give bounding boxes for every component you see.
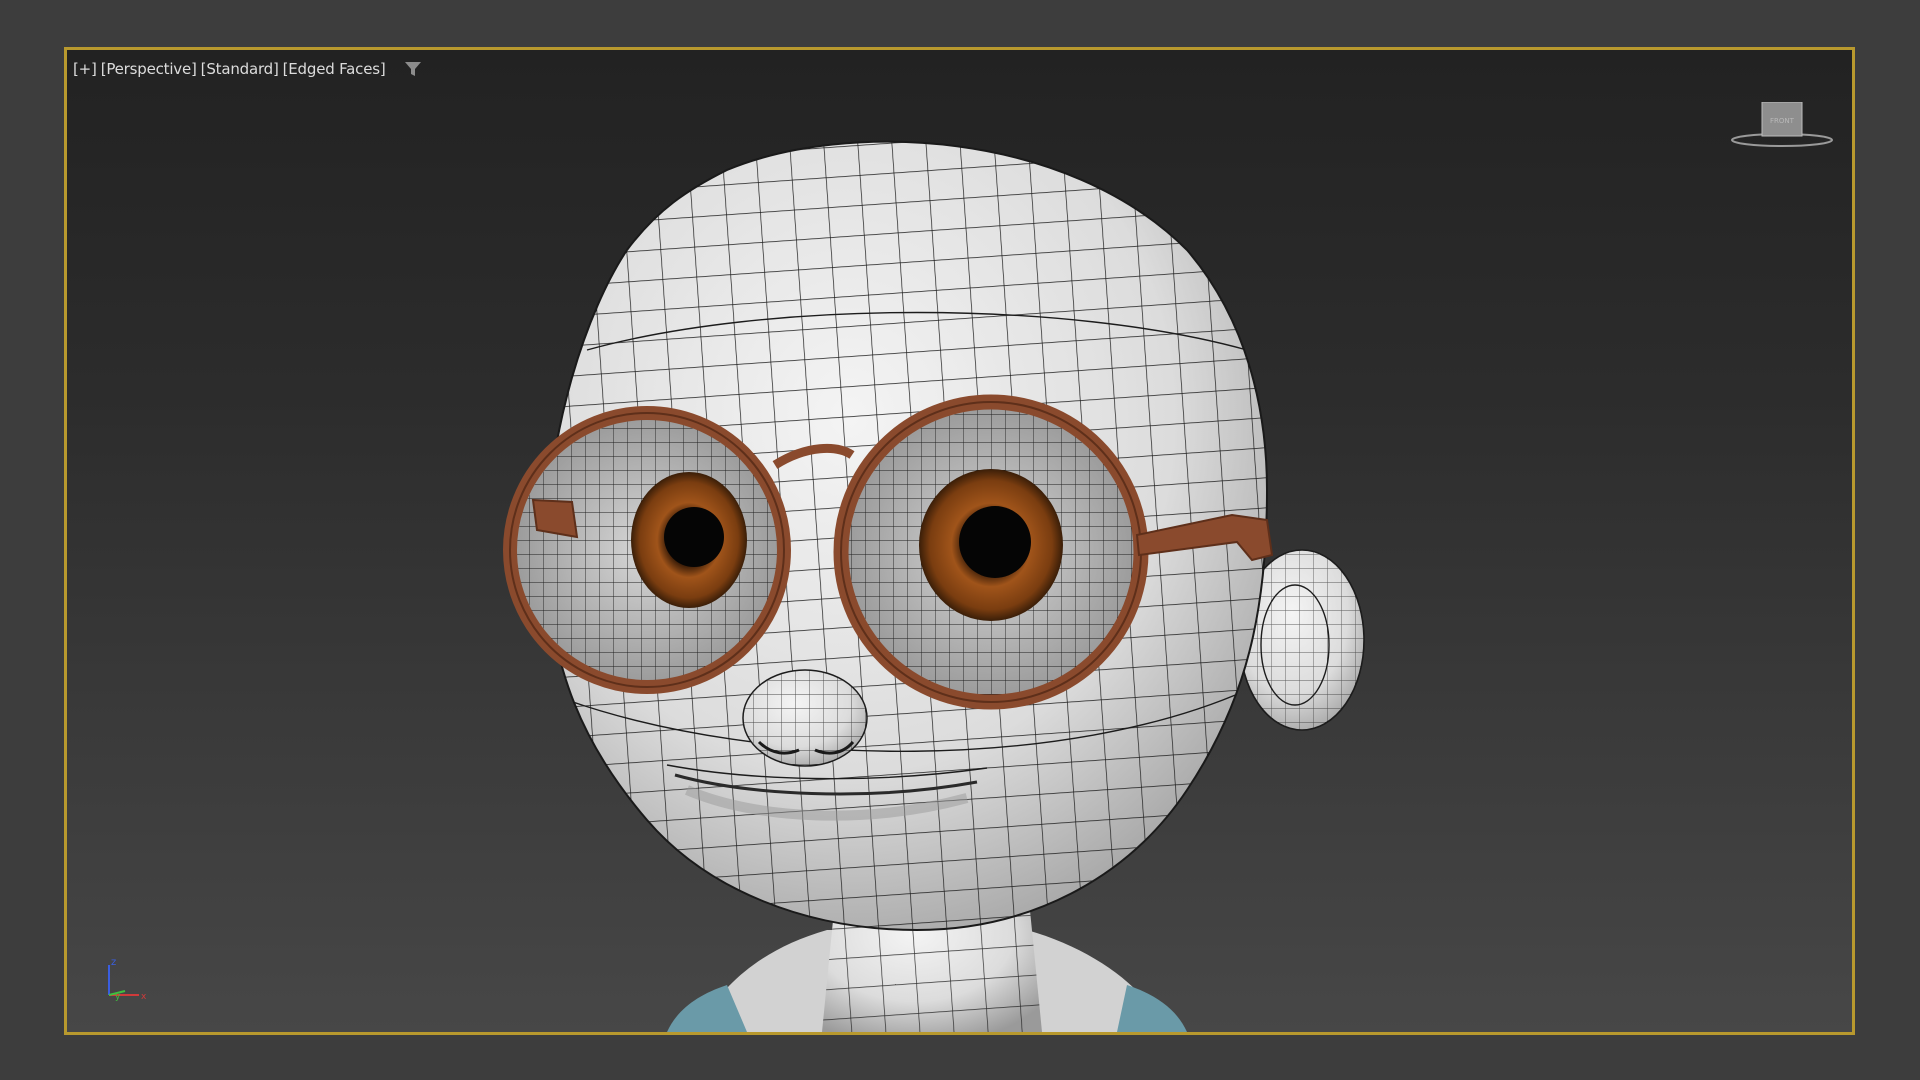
nose bbox=[742, 669, 868, 767]
axis-x-label: x bbox=[141, 992, 147, 1002]
character-model[interactable] bbox=[67, 50, 1852, 1032]
viewcube-icon[interactable]: FRONT bbox=[1727, 102, 1837, 152]
perspective-viewport[interactable]: [+] [Perspective] [Standard] [Edged Face… bbox=[64, 47, 1855, 1035]
axis-y-label: y bbox=[115, 992, 121, 1002]
viewcube-face-label: FRONT bbox=[1770, 117, 1795, 125]
axis-z-label: z bbox=[111, 957, 116, 968]
axis-tripod-icon: z y x bbox=[108, 957, 147, 1002]
